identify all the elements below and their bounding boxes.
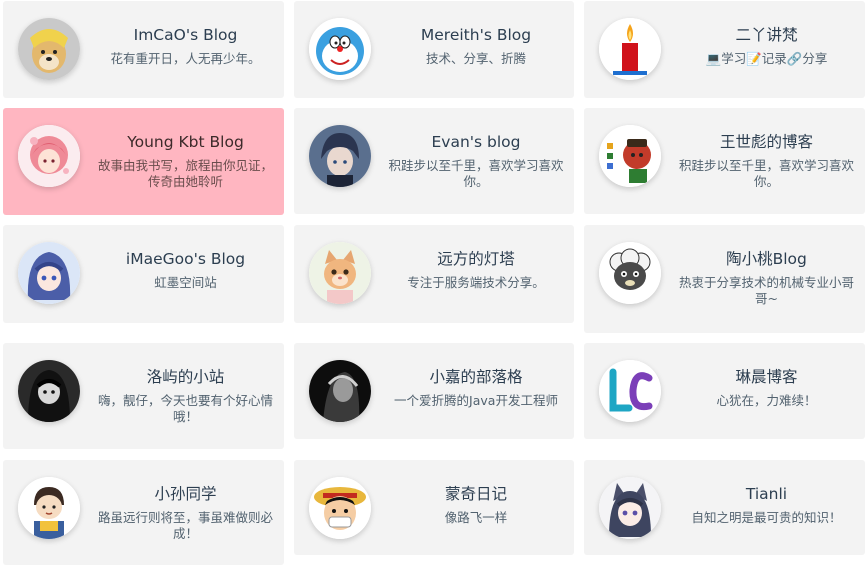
link-desc: 心犹在，力难续！ — [716, 393, 817, 408]
link-desc: 花有重开日，人无再少年。 — [110, 51, 261, 66]
link-desc: 一个爱折腾的Java开发工程师 — [394, 393, 558, 408]
link-name: 小嘉的部落格 — [429, 368, 523, 386]
link-card-mereith[interactable]: Mereith's Blog 技术、分享、折腾 — [294, 1, 574, 98]
link-card-yuanfangdedengta[interactable]: 远方的灯塔 专注于服务端技术分享。 — [294, 225, 574, 323]
link-desc: 自知之明是最可贵的知识！ — [691, 510, 842, 525]
shiba-dog-avatar — [18, 18, 80, 80]
link-card-evan[interactable]: Evan's blog 积跬步以至千里，喜欢学习喜欢你。 — [294, 108, 574, 214]
candle-avatar — [599, 18, 661, 80]
link-card-youngkbt[interactable]: Young Kbt Blog 故事由我书写，旅程由你见证，传奇由她聆听 — [3, 108, 284, 215]
link-desc: 像路飞一样 — [444, 510, 508, 525]
link-name: ImCaO's Blog — [133, 26, 238, 44]
link-card-wangshibiao[interactable]: 王世彪的博客 积跬步以至千里，喜欢学习喜欢你。 — [584, 108, 865, 214]
link-desc: 故事由我书写，旅程由你见证，传奇由她聆听 — [97, 158, 273, 189]
link-desc: 嗨，靓仔，今天也要有个好心情哦！ — [97, 393, 273, 424]
link-card-imcao[interactable]: ImCaO's Blog 花有重开日，人无再少年。 — [3, 1, 284, 98]
link-name: iMaeGoo's Blog — [125, 250, 246, 268]
link-desc: 积跬步以至千里，喜欢学习喜欢你。 — [678, 158, 854, 189]
link-card-linchen[interactable]: 琳晨博客 心犹在，力难续！ — [584, 343, 865, 439]
link-desc: 积跬步以至千里，喜欢学习喜欢你。 — [388, 158, 564, 189]
sheep-cartoon-avatar — [599, 242, 661, 304]
cartoon-character-avatar — [599, 125, 661, 187]
anime-boy-avatar — [309, 125, 371, 187]
luffy-avatar — [309, 477, 371, 539]
link-desc: 专注于服务端技术分享。 — [407, 275, 545, 290]
link-card-luoyu[interactable]: 洛屿的小站 嗨，靓仔，今天也要有个好心情哦！ — [3, 343, 284, 449]
kitten-avatar — [309, 242, 371, 304]
link-name: Evan's blog — [431, 133, 521, 151]
link-desc: 技术、分享、折腾 — [425, 51, 526, 66]
cartoon-boy-avatar — [18, 477, 80, 539]
blue-hair-anime-avatar — [18, 242, 80, 304]
link-name: 王世彪的博客 — [719, 133, 813, 151]
link-card-taoxiaotao[interactable]: 陶小桃Blog 热衷于分享技术的机械专业小哥哥~ — [584, 225, 865, 333]
link-card-xiaojia[interactable]: 小嘉的部落格 一个爱折腾的Java开发工程师 — [294, 343, 574, 439]
link-desc: 虹墨空间站 — [154, 275, 217, 290]
link-name: Tianli — [745, 485, 788, 503]
monochrome-portrait-avatar — [309, 360, 371, 422]
link-desc: 路虽远行则将至，事虽难做则必成！ — [97, 510, 273, 541]
link-name: 洛屿的小站 — [146, 368, 225, 386]
lc-logo-avatar — [599, 360, 661, 422]
link-name: 蒙奇日记 — [444, 485, 507, 503]
link-name: Young Kbt Blog — [127, 133, 244, 151]
dark-anime-girl-avatar — [18, 360, 80, 422]
link-name: 小孙同学 — [154, 485, 217, 503]
link-card-mengqi[interactable]: 蒙奇日记 像路飞一样 — [294, 460, 574, 555]
cat-ear-anime-avatar — [599, 477, 661, 539]
link-name: 陶小桃Blog — [726, 250, 807, 268]
link-name: 琳晨博客 — [735, 368, 798, 386]
link-card-imaegoo[interactable]: iMaeGoo's Blog 虹墨空间站 — [3, 225, 284, 323]
link-name: Mereith's Blog — [420, 26, 532, 44]
pink-anime-girl-avatar — [18, 125, 80, 187]
friend-links-grid: ImCaO's Blog 花有重开日，人无再少年。 Mereith's Blog… — [3, 1, 865, 565]
link-desc: 热衷于分享技术的机械专业小哥哥~ — [678, 275, 854, 306]
doraemon-avatar — [309, 18, 371, 80]
link-card-eryajiangfan[interactable]: 二丫讲梵 💻学习📝记录🔗分享 — [584, 1, 865, 98]
link-card-xiaosun[interactable]: 小孙同学 路虽远行则将至，事虽难做则必成！ — [3, 460, 284, 565]
link-card-tianli[interactable]: Tianli 自知之明是最可贵的知识！ — [584, 460, 865, 555]
link-name: 二丫讲梵 — [735, 26, 798, 44]
link-desc: 💻学习📝记录🔗分享 — [705, 51, 828, 66]
link-name: 远方的灯塔 — [437, 250, 515, 268]
